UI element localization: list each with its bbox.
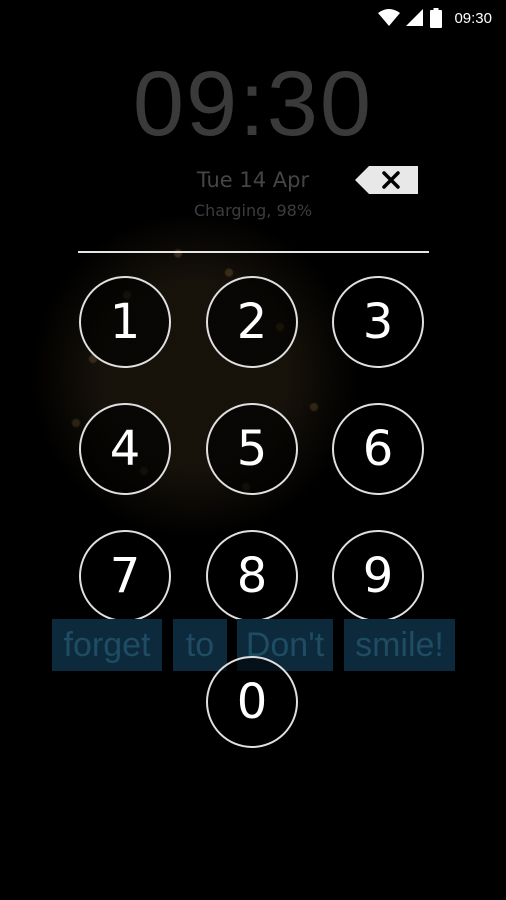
battery-icon [430,8,443,28]
status-bar: 09:30 [0,0,506,36]
keypad-key-4[interactable]: 4 [79,403,171,495]
keypad-key-3[interactable]: 3 [332,276,424,368]
cell-signal-icon [406,9,424,27]
backspace-icon [355,166,418,194]
keypad-key-9[interactable]: 9 [332,530,424,622]
message-word-forget: forget [52,619,162,671]
charging-status: Charging, 98% [193,201,313,220]
wifi-icon [378,9,401,27]
keypad-key-7[interactable]: 7 [79,530,171,622]
lock-clock: 09:30 [132,53,374,155]
keypad-key-1[interactable]: 1 [79,276,171,368]
keypad-key-2[interactable]: 2 [206,276,298,368]
background-sparkles [25,215,365,535]
message-word-to: to [173,619,227,671]
message-word-smile: smile! [344,619,455,671]
keypad-key-8[interactable]: 8 [206,530,298,622]
pin-entry-field [78,251,429,253]
backspace-button[interactable] [355,165,419,195]
status-time: 09:30 [454,9,492,27]
keypad-key-5[interactable]: 5 [206,403,298,495]
keypad-key-6[interactable]: 6 [332,403,424,495]
keypad-key-0[interactable]: 0 [206,656,298,748]
lock-date: Tue 14 Apr [196,168,310,192]
